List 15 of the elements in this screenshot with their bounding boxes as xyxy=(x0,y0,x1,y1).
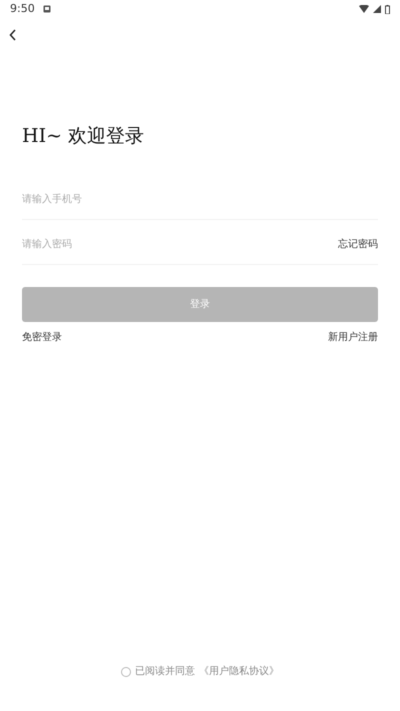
wifi-icon xyxy=(359,5,369,13)
status-time: 9:50 xyxy=(10,0,35,17)
phone-input[interactable]: 请输入手机号 xyxy=(22,180,378,220)
notification-icon xyxy=(42,5,51,13)
agreement-text: 已阅读并同意 xyxy=(135,664,195,679)
page-title: HI~ 欢迎登录 xyxy=(22,124,146,148)
battery-icon xyxy=(385,4,390,14)
back-icon[interactable] xyxy=(9,28,17,41)
password-input[interactable]: 请输入密码 xyxy=(22,224,338,264)
privacy-policy-link[interactable]: 《用户隐私协议》 xyxy=(199,664,279,679)
register-link[interactable]: 新用户注册 xyxy=(328,330,378,345)
passwordless-login-link[interactable]: 免密登录 xyxy=(22,330,62,345)
agreement-checkbox[interactable] xyxy=(121,666,131,676)
forgot-password-link[interactable]: 忘记密码 xyxy=(338,236,378,252)
signal-icon xyxy=(373,5,381,13)
